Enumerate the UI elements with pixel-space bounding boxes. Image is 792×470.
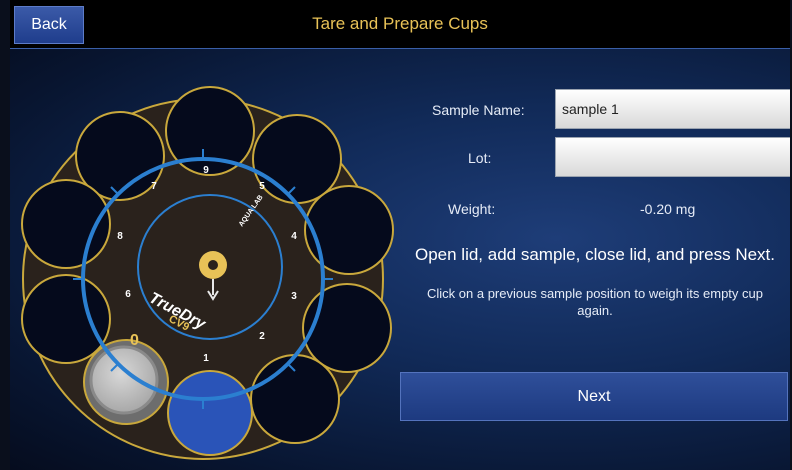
tared-cup-fill xyxy=(89,345,159,415)
weight-value: -0.20 mg xyxy=(640,201,696,217)
position-number-9: 9 xyxy=(203,165,209,176)
cup-position-11[interactable] xyxy=(304,185,394,275)
sample-carousel: 1 2 3 4 5 6 7 8 9 0 AQUA LAB TrueDry CV9 xyxy=(21,86,394,460)
position-number-3: 3 xyxy=(291,291,297,302)
position-number-8: 8 xyxy=(117,231,123,242)
hint-text: Click on a previous sample position to w… xyxy=(427,286,763,318)
back-button[interactable]: Back xyxy=(14,6,84,44)
lot-label: Lot: xyxy=(468,150,492,166)
instruction-text: Open lid, add sample, close lid, and pre… xyxy=(414,245,776,264)
header-bar: Back Tare and Prepare Cups xyxy=(10,0,790,49)
cup-position-6[interactable] xyxy=(21,274,111,364)
instrument-screen: Back Tare and Prepare Cups 1 2 3 4 5 6 7… xyxy=(10,0,790,470)
position-number-7: 7 xyxy=(151,181,157,192)
page-title: Tare and Prepare Cups xyxy=(312,14,488,33)
sample-name-label: Sample Name: xyxy=(432,102,525,118)
cup-position-13[interactable] xyxy=(250,354,340,444)
zero-mark: 0 xyxy=(130,332,139,349)
position-number-5: 5 xyxy=(259,181,265,192)
cup-position-10[interactable] xyxy=(252,114,342,204)
cup-position-12[interactable] xyxy=(302,283,392,373)
next-button[interactable]: Next xyxy=(400,372,788,421)
sample-name-field[interactable] xyxy=(555,89,790,129)
position-number-4: 4 xyxy=(291,231,297,242)
position-number-2: 2 xyxy=(259,331,265,342)
position-number-6: 6 xyxy=(125,289,131,300)
hub-center xyxy=(208,260,218,270)
cup-position-current[interactable] xyxy=(167,370,253,456)
position-number-1: 1 xyxy=(203,353,209,364)
lot-field[interactable] xyxy=(555,137,790,177)
main-panel: 1 2 3 4 5 6 7 8 9 0 AQUA LAB TrueDry CV9… xyxy=(10,49,790,470)
weight-label: Weight: xyxy=(448,201,496,217)
